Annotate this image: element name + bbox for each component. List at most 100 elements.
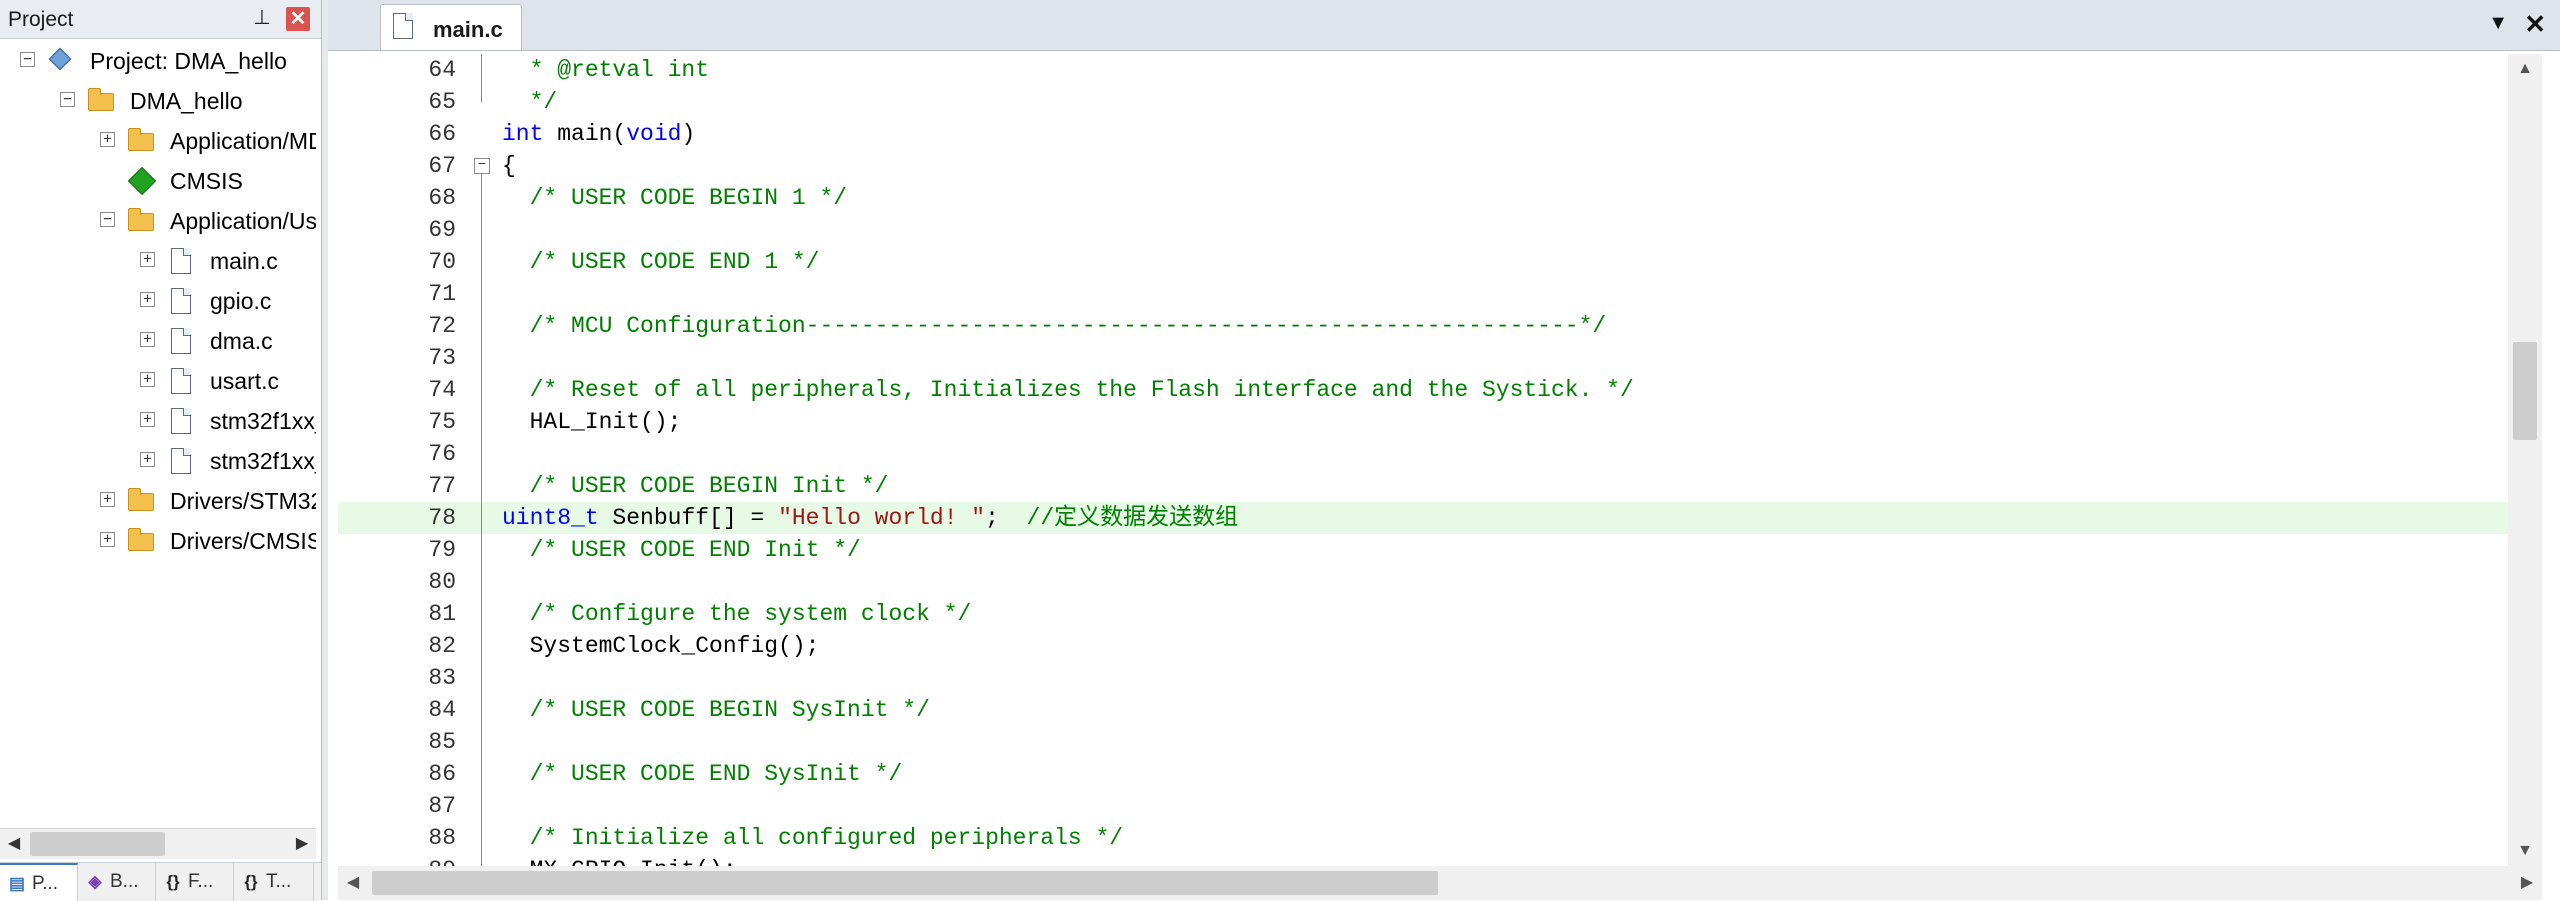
scroll-left-icon[interactable]: ◀ [0, 829, 28, 859]
code-line[interactable]: 74 /* Reset of all peripherals, Initiali… [338, 374, 2508, 406]
tab-main-c[interactable]: main.c [380, 4, 522, 50]
collapse-icon[interactable]: − [20, 52, 35, 67]
close-icon[interactable]: ✕ [286, 7, 310, 31]
panel-tab-1[interactable]: ▤ P... [0, 863, 78, 901]
scrollbar-thumb[interactable] [30, 832, 165, 856]
line-number: 75 [428, 409, 456, 435]
code-text: /* MCU Configuration--------------------… [502, 313, 1607, 339]
expand-icon[interactable]: + [140, 252, 155, 267]
tree-item[interactable]: + Drivers/STM32F1xx_HAL_Driver [0, 480, 316, 520]
pin-icon[interactable]: ⊥ [251, 6, 273, 30]
line-number: 84 [428, 697, 456, 723]
project-horizontal-scrollbar[interactable]: ◀ ▶ [0, 828, 316, 859]
panel-tab-4[interactable]: {} T... [234, 863, 314, 901]
expand-icon[interactable]: + [140, 452, 155, 467]
code-line[interactable]: 71 [338, 278, 2508, 310]
expand-icon[interactable]: + [100, 532, 115, 547]
scroll-up-icon[interactable]: ▲ [2508, 54, 2542, 84]
line-number: 64 [428, 57, 456, 83]
code-text: uint8_t Senbuff[] = "Hello world! "; //定… [502, 505, 1239, 531]
line-number: 68 [428, 185, 456, 211]
tree-item-label: Application/MDK-ARM [170, 128, 316, 154]
code-line[interactable]: 77 /* USER CODE BEGIN Init */ [338, 470, 2508, 502]
code-text: /* Initialize all configured peripherals… [502, 825, 1124, 851]
code-line[interactable]: 65 */ [338, 86, 2508, 118]
code-line[interactable]: 68 /* USER CODE BEGIN 1 */ [338, 182, 2508, 214]
line-number: 72 [428, 313, 456, 339]
line-number: 86 [428, 761, 456, 787]
panel-tab-3[interactable]: {} F... [156, 863, 234, 901]
tree-item[interactable]: + dma.c [0, 320, 316, 360]
line-number: 78 [428, 505, 456, 531]
code-line[interactable]: 76 [338, 438, 2508, 470]
tree-item[interactable]: − Application/User [0, 200, 316, 240]
tree-item[interactable]: + Drivers/CMSIS [0, 520, 316, 560]
line-number: 85 [428, 729, 456, 755]
code-line[interactable]: 85 [338, 726, 2508, 758]
tree-item[interactable]: + stm32f1xx_it.c [0, 400, 316, 440]
tree-item[interactable]: − Project: DMA_hello [0, 40, 316, 80]
tree-item-label: usart.c [210, 368, 280, 394]
collapse-icon[interactable]: − [60, 92, 75, 107]
tree-item[interactable]: + main.c [0, 240, 316, 280]
panel-tab-label: P... [32, 873, 59, 894]
code-line[interactable]: 83 [338, 662, 2508, 694]
code-line[interactable]: 79 /* USER CODE END Init */ [338, 534, 2508, 566]
line-number: 69 [428, 217, 456, 243]
file-icon [393, 13, 413, 39]
tab-dropdown-icon[interactable]: ▼ [2488, 12, 2508, 35]
code-line[interactable]: 75 HAL_Init(); [338, 406, 2508, 438]
expand-icon[interactable]: + [140, 372, 155, 387]
code-line[interactable]: 81 /* Configure the system clock */ [338, 598, 2508, 630]
code-line[interactable]: 80 [338, 566, 2508, 598]
collapse-icon[interactable]: − [100, 212, 115, 227]
panel-tab-label: B... [110, 871, 139, 892]
tree-item[interactable]: − DMA_hello [0, 80, 316, 120]
panel-tab-2[interactable]: ◈ B... [78, 863, 156, 901]
tree-item[interactable]: CMSIS [0, 160, 316, 200]
expand-icon[interactable]: + [140, 332, 155, 347]
scrollbar-thumb[interactable] [2513, 342, 2537, 440]
code-line[interactable]: 89 MX_GPIO_Init(); [338, 854, 2508, 866]
code-line[interactable]: 66 int main(void) [338, 118, 2508, 150]
tree-item[interactable]: + usart.c [0, 360, 316, 400]
code-line[interactable]: 88 /* Initialize all configured peripher… [338, 822, 2508, 854]
line-number: 66 [428, 121, 456, 147]
expand-icon[interactable]: + [100, 132, 115, 147]
tree-item-label: DMA_hello [130, 88, 243, 114]
tree-item[interactable]: + stm32f1xx_hal_msp.c [0, 440, 316, 480]
code-line[interactable]: 78 uint8_t Senbuff[] = "Hello world! "; /… [338, 502, 2508, 534]
expand-icon[interactable]: + [140, 412, 155, 427]
code-line[interactable]: 64 * @retval int [338, 54, 2508, 86]
scroll-down-icon[interactable]: ▼ [2508, 836, 2542, 866]
code-line[interactable]: 70 /* USER CODE END 1 */ [338, 246, 2508, 278]
scrollbar-thumb[interactable] [372, 871, 1438, 895]
code-editor[interactable]: 64 * @retval int 65 */ 66 int main(void) 67−… [338, 54, 2508, 866]
tree-item[interactable]: + Application/MDK-ARM [0, 120, 316, 160]
scroll-right-icon[interactable]: ▶ [2512, 866, 2542, 900]
expand-icon[interactable]: + [140, 292, 155, 307]
code-line[interactable]: 72 /* MCU Configuration-----------------… [338, 310, 2508, 342]
code-line[interactable]: 82 SystemClock_Config(); [338, 630, 2508, 662]
code-line[interactable]: 73 [338, 342, 2508, 374]
tree-item[interactable]: + gpio.c [0, 280, 316, 320]
line-number: 65 [428, 89, 456, 115]
code-line[interactable]: 67 −{ [338, 150, 2508, 182]
code-line[interactable]: 84 /* USER CODE BEGIN SysInit */ [338, 694, 2508, 726]
fold-collapse-icon[interactable]: − [474, 158, 490, 174]
editor-horizontal-scrollbar[interactable]: ◀ ▶ [338, 866, 2542, 900]
code-text: /* Reset of all peripherals, Initializes… [502, 377, 1634, 403]
code-line[interactable]: 86 /* USER CODE END SysInit */ [338, 758, 2508, 790]
code-text: int main(void) [502, 121, 696, 147]
code-line[interactable]: 87 [338, 790, 2508, 822]
close-icon[interactable]: ✕ [2524, 9, 2546, 40]
scroll-right-icon[interactable]: ▶ [288, 829, 316, 859]
editor-vertical-scrollbar[interactable]: ▲ ▼ [2508, 54, 2542, 866]
line-number: 82 [428, 633, 456, 659]
expand-icon[interactable]: + [100, 492, 115, 507]
tree-item-label: Project: DMA_hello [90, 48, 287, 74]
file-icon [166, 365, 196, 395]
scroll-left-icon[interactable]: ◀ [338, 866, 368, 900]
code-line[interactable]: 69 [338, 214, 2508, 246]
file-icon [166, 285, 196, 315]
